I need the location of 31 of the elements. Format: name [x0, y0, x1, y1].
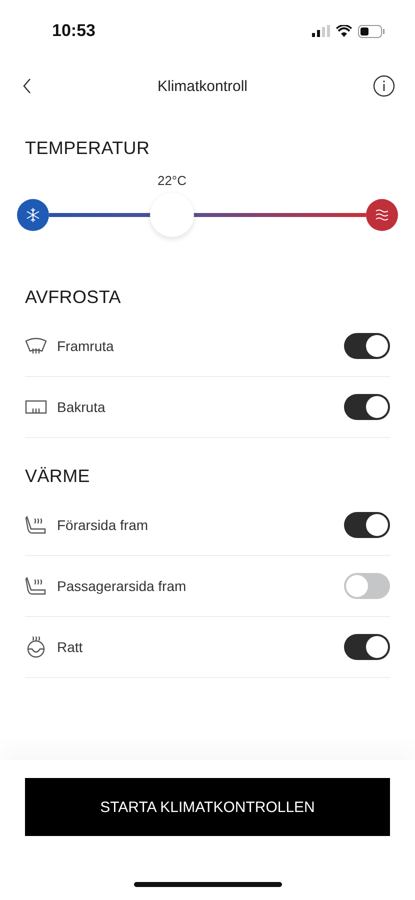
toggle-switch[interactable] — [344, 573, 390, 599]
section-heading: TEMPERATUR — [25, 138, 151, 159]
option-label: Ratt — [57, 639, 84, 655]
screen-title: Klimatkontroll — [157, 78, 248, 94]
temperature-reading: 22°C — [157, 173, 187, 188]
info-button[interactable] — [373, 75, 395, 97]
option-label: Framruta — [57, 338, 115, 354]
toggle-switch[interactable] — [344, 333, 390, 359]
rear-window-heater-icon — [25, 399, 47, 415]
option-label: Förarsida fram — [57, 517, 150, 533]
toggle-switch[interactable] — [344, 394, 390, 420]
option-label: Passagerarsida fram — [57, 578, 188, 594]
temperature-slider[interactable] — [49, 193, 366, 237]
back-button[interactable] — [22, 78, 32, 94]
start-climate-button[interactable]: STARTA KLIMATKONTROLLEN — [25, 778, 390, 836]
section-heading: AVFROSTA — [25, 287, 122, 308]
windshield-heater-icon — [25, 337, 47, 355]
option-label: Bakruta — [57, 399, 106, 415]
heat-waves-icon — [366, 199, 398, 231]
toggle-switch[interactable] — [344, 512, 390, 538]
battery-icon — [358, 24, 385, 38]
steering-wheel-heater-icon — [25, 636, 47, 658]
seat-heater-icon — [25, 515, 47, 535]
section-heading: VÄRME — [25, 466, 92, 487]
seat-heater-icon — [25, 576, 47, 596]
snowflake-icon — [17, 199, 49, 231]
wifi-icon — [336, 25, 352, 37]
signal-icon — [312, 25, 330, 37]
slider-thumb[interactable] — [150, 193, 194, 237]
status-time: 10:53 — [52, 21, 96, 41]
toggle-switch[interactable] — [344, 634, 390, 660]
